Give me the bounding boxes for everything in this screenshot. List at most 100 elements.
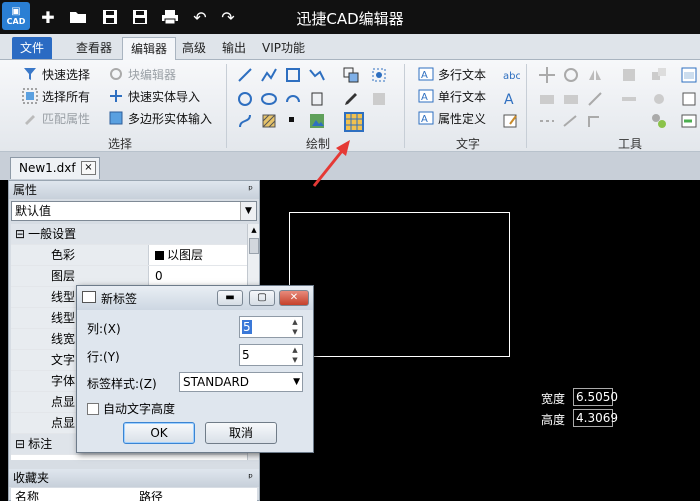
spline-icon[interactable] (308, 66, 326, 84)
pin-icon[interactable]: ᵖ (248, 181, 253, 199)
export-icon[interactable] (680, 112, 698, 130)
stext-button[interactable]: A 单行文本 (418, 86, 486, 106)
columns-stepper[interactable]: 5 ▲ ▼ (239, 316, 303, 338)
select-all-button[interactable]: 选择所有 (22, 86, 90, 106)
dialog-titlebar[interactable]: 新标签 ▬ ▢ ✕ (77, 286, 313, 310)
hatch-settings-icon[interactable] (370, 90, 388, 108)
attdef-button[interactable]: A 属性定义 (418, 108, 486, 128)
tab-advanced[interactable]: 高级 (174, 37, 214, 59)
height-label: 高度 (541, 413, 566, 427)
stepper-arrows-icon[interactable]: ▲ ▼ (288, 317, 302, 337)
checkbox-box[interactable] (87, 402, 99, 415)
text-edit-icon[interactable]: A (502, 90, 520, 108)
document-tab[interactable]: New1.dxf × (10, 157, 100, 179)
pin-icon[interactable]: ᵖ (248, 469, 253, 487)
edit-props-icon[interactable] (680, 90, 698, 108)
text-style-icon[interactable]: abc (502, 66, 520, 84)
label-style-select[interactable]: STANDARD ▼ (179, 372, 303, 392)
property-row[interactable]: 色彩 以图层 (11, 245, 247, 266)
move-icon[interactable] (538, 66, 556, 84)
explode-icon[interactable] (650, 90, 668, 108)
copy-icon[interactable] (342, 66, 360, 84)
minimize-button[interactable]: ▬ (217, 290, 243, 306)
pen-icon[interactable] (342, 90, 360, 108)
fav-col-path[interactable]: 路径 (139, 488, 163, 501)
block-insert-icon[interactable] (308, 90, 326, 108)
annotation-arrow-icon (312, 140, 350, 187)
tab-viewer[interactable]: 查看器 (68, 37, 120, 59)
tab-editor[interactable]: 编辑器 (122, 37, 177, 60)
rotate-icon[interactable] (562, 66, 580, 84)
tab-output[interactable]: 输出 (214, 37, 254, 59)
property-value[interactable]: 0 (151, 266, 163, 286)
auto-text-height-checkbox[interactable]: 自动文字高度 (87, 400, 175, 417)
window-title: 迅捷CAD编辑器 (296, 10, 404, 28)
offset-icon[interactable] (562, 112, 580, 130)
tab-file[interactable]: 文件 (12, 37, 53, 59)
trim-icon[interactable] (538, 90, 556, 108)
fillet-icon[interactable] (586, 112, 604, 130)
mtext-icon: A (418, 66, 434, 82)
circle-icon[interactable] (236, 90, 254, 108)
image-icon[interactable] (308, 112, 326, 130)
filter-icon (22, 66, 38, 82)
svg-text:abc: abc (503, 71, 520, 82)
fav-col-name[interactable]: 名称 (15, 488, 39, 501)
property-row[interactable]: 图层 0 (11, 266, 247, 287)
rectangle-icon[interactable] (284, 66, 302, 84)
color-swatch (155, 251, 164, 260)
ok-button[interactable]: OK (123, 422, 195, 444)
collapse-icon[interactable]: ⊟ (15, 437, 25, 451)
settings-icon[interactable] (370, 66, 388, 84)
plus-icon (108, 88, 124, 104)
table-icon[interactable] (344, 112, 364, 132)
block-editor-button[interactable]: 块编辑器 (108, 64, 176, 84)
extend-icon[interactable] (562, 90, 580, 108)
text-pen-icon[interactable] (502, 112, 520, 130)
svg-text:A: A (421, 92, 428, 103)
maximize-button[interactable]: ▢ (249, 290, 275, 306)
attdef-icon: A (418, 110, 434, 126)
group-icon[interactable] (650, 112, 668, 130)
quick-entity-import-button[interactable]: 快速实体导入 (108, 86, 200, 106)
drawing-canvas[interactable]: 宽度 6.5050 高度 4.3069 (260, 180, 700, 501)
match-props-button[interactable]: 匹配属性 (22, 108, 90, 128)
stepper-arrows-icon[interactable]: ▲ ▼ (288, 345, 302, 365)
point-icon[interactable] (288, 116, 296, 124)
mirror-icon[interactable] (586, 66, 604, 84)
block-icon (108, 66, 124, 82)
measure-icon[interactable] (620, 90, 638, 108)
property-value[interactable]: 以图层 (151, 245, 203, 265)
polyline-icon[interactable] (260, 66, 278, 84)
height-value[interactable]: 4.3069 (573, 409, 618, 427)
close-tab-button[interactable]: × (81, 161, 96, 175)
properties-filter-dropdown[interactable]: 默认值 ▼ (11, 201, 257, 221)
new-label-dialog: 新标签 ▬ ▢ ✕ 列:(X) 5 ▲ ▼ 行:(Y) 5 ▲ ▼ 标签样式:(Z)… (76, 285, 314, 453)
ellipse-icon[interactable] (260, 90, 278, 108)
curve-icon[interactable] (236, 112, 254, 130)
brush-icon (22, 110, 38, 126)
group-label-select: 选择 (108, 137, 133, 151)
rows-stepper[interactable]: 5 ▲ ▼ (239, 344, 303, 366)
close-button[interactable]: ✕ (279, 290, 309, 306)
layer-icon[interactable] (620, 66, 638, 84)
scroll-thumb[interactable] (249, 238, 259, 254)
property-group[interactable]: ⊟ 一般设置 (11, 224, 247, 245)
window-icon[interactable] (680, 66, 698, 84)
polygon-entity-input-button[interactable]: 多边形实体输入 (108, 108, 212, 128)
cancel-button[interactable]: 取消 (205, 422, 277, 444)
scale-icon[interactable] (586, 90, 604, 108)
hatch-icon[interactable] (260, 112, 278, 130)
scroll-up-icon[interactable]: ▲ (249, 225, 259, 235)
width-value[interactable]: 6.5050 (573, 388, 618, 406)
tab-vip[interactable]: VIP功能 (254, 37, 313, 59)
transform-icon[interactable] (650, 66, 668, 84)
line-icon[interactable] (236, 66, 254, 84)
collapse-icon[interactable]: ⊟ (15, 227, 25, 241)
arc-icon[interactable] (284, 90, 302, 108)
property-key: ⊟ 一般设置 (11, 224, 247, 244)
quick-select-button[interactable]: 快速选择 (22, 64, 90, 84)
array-icon[interactable] (538, 112, 556, 130)
mtext-button[interactable]: A 多行文本 (418, 64, 486, 84)
chevron-down-icon: ▼ (293, 377, 300, 387)
